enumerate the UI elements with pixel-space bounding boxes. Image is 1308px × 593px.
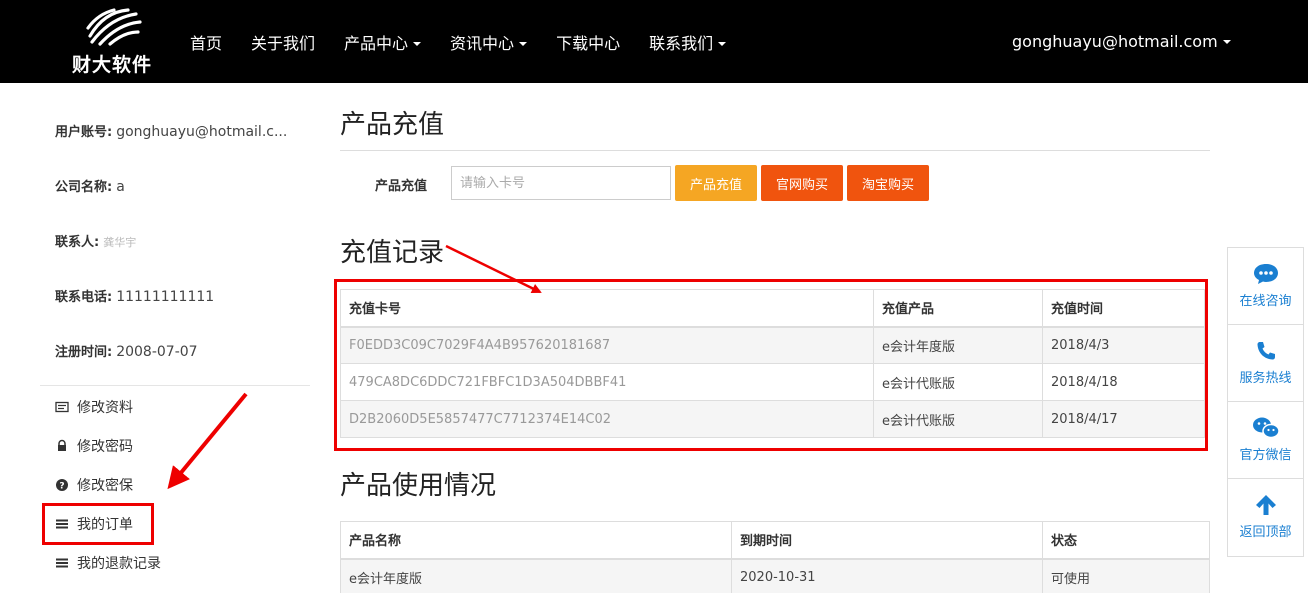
info-company: 公司名称: a: [55, 176, 125, 195]
info-register-date: 注册时间: 2008-07-07: [55, 341, 198, 360]
chevron-down-icon: [718, 42, 727, 46]
sidebar-divider: [40, 385, 310, 386]
info-value: gonghuayu@hotmail.c...: [116, 124, 288, 140]
info-label: 联系人:: [55, 235, 100, 250]
usage-table: 产品名称 到期时间 状态 e会计年度版 2020-10-31 可使用: [340, 521, 1210, 593]
records-title: 充值记录: [340, 238, 445, 268]
back-to-top-button[interactable]: 返回顶部: [1228, 479, 1303, 556]
sidebar-item-label: 我的退款记录: [77, 556, 161, 572]
info-value: 11111111111: [116, 289, 215, 305]
nav-products[interactable]: 产品中心: [344, 30, 422, 54]
card-number-input[interactable]: [451, 166, 671, 200]
main-nav: 首页 关于我们 产品中心 资讯中心 下载中心 联系我们: [190, 0, 755, 83]
phone-icon: [1257, 342, 1275, 360]
sidebar-item-label: 修改资料: [77, 400, 133, 416]
lock-icon: [58, 439, 66, 451]
official-wechat-button[interactable]: 官方微信: [1228, 402, 1303, 479]
arrow-up-icon: [1255, 495, 1276, 515]
user-menu[interactable]: gonghuayu@hotmail.com: [1012, 0, 1231, 83]
sidebar-item-change-password[interactable]: 修改密码: [55, 436, 133, 456]
table-cell: 2020-10-31: [731, 558, 1043, 593]
nav-contact[interactable]: 联系我们: [649, 30, 727, 54]
highlight-box-records: [334, 279, 1208, 451]
question-circle-icon: ?: [56, 479, 68, 492]
sidebar-item-label: 修改密码: [77, 439, 133, 455]
chevron-down-icon: [519, 42, 528, 46]
table-cell: e会计年度版: [340, 558, 732, 593]
nav-about[interactable]: 关于我们: [251, 30, 315, 54]
chevron-down-icon: [413, 42, 422, 46]
sidebar-item-label: 修改密保: [77, 478, 133, 494]
table-cell: 可使用: [1042, 558, 1210, 593]
usage-title: 产品使用情况: [340, 471, 497, 501]
nav-downloads[interactable]: 下载中心: [556, 30, 620, 54]
brand-logo[interactable]: 财大软件: [62, 6, 162, 78]
float-label: 在线咨询: [1239, 294, 1292, 309]
info-value: 龚华宇: [103, 236, 137, 249]
info-label: 联系电话:: [55, 290, 113, 305]
user-email: gonghuayu@hotmail.com: [1012, 32, 1218, 51]
info-value: a: [116, 179, 125, 195]
top-navbar: 财大软件 首页 关于我们 产品中心 资讯中心 下载中心 联系我们 gonghua…: [0, 0, 1308, 83]
floating-toolbar: 在线咨询 服务热线 官方微信 返回顶部: [1227, 247, 1304, 557]
info-value: 2008-07-07: [116, 344, 198, 360]
float-label: 服务热线: [1239, 371, 1292, 386]
official-buy-button[interactable]: 官网购买: [761, 165, 843, 201]
nav-products-label: 产品中心: [344, 33, 409, 53]
column-header: 到期时间: [731, 521, 1043, 560]
nav-news[interactable]: 资讯中心: [450, 30, 528, 54]
online-consult-button[interactable]: 在线咨询: [1228, 248, 1303, 325]
column-header: 状态: [1042, 521, 1210, 560]
list-icon: [56, 558, 68, 568]
sidebar-item-edit-profile[interactable]: 修改资料: [55, 397, 133, 417]
nav-news-label: 资讯中心: [450, 33, 515, 53]
id-card-icon: [55, 401, 69, 413]
info-label: 注册时间:: [55, 345, 113, 360]
highlight-box-orders: [42, 503, 154, 545]
info-contact: 联系人: 龚华宇: [55, 231, 136, 250]
recharge-button[interactable]: 产品充值: [675, 165, 757, 201]
taobao-buy-button[interactable]: 淘宝购买: [847, 165, 929, 201]
column-header: 产品名称: [340, 521, 732, 560]
nav-home[interactable]: 首页: [190, 30, 222, 54]
table-header-row: 产品名称 到期时间 状态: [340, 521, 1210, 560]
chat-bubble-icon: [1253, 264, 1278, 284]
table-row: e会计年度版 2020-10-31 可使用: [340, 558, 1210, 593]
info-label: 公司名称:: [55, 180, 113, 195]
sidebar-item-security-question[interactable]: ? 修改密保: [55, 475, 133, 495]
logo-icon: [86, 8, 142, 46]
recharge-label: 产品充值: [375, 179, 428, 194]
logo-text: 财大软件: [71, 54, 152, 76]
section-divider: [340, 150, 1210, 151]
svg-text:?: ?: [59, 482, 64, 492]
service-hotline-button[interactable]: 服务热线: [1228, 325, 1303, 402]
info-phone: 联系电话: 11111111111: [55, 286, 214, 305]
float-label: 返回顶部: [1239, 525, 1292, 540]
nav-contact-label: 联系我们: [649, 33, 714, 53]
recharge-title: 产品充值: [340, 110, 445, 140]
arrow-to-orders: [167, 392, 248, 490]
sidebar-item-refund-records[interactable]: 我的退款记录: [55, 553, 161, 573]
chevron-down-icon: [1222, 39, 1231, 44]
float-label: 官方微信: [1239, 448, 1292, 463]
info-label: 用户账号:: [55, 125, 113, 140]
wechat-icon: [1252, 417, 1280, 439]
info-account: 用户账号: gonghuayu@hotmail.c...: [55, 121, 287, 140]
